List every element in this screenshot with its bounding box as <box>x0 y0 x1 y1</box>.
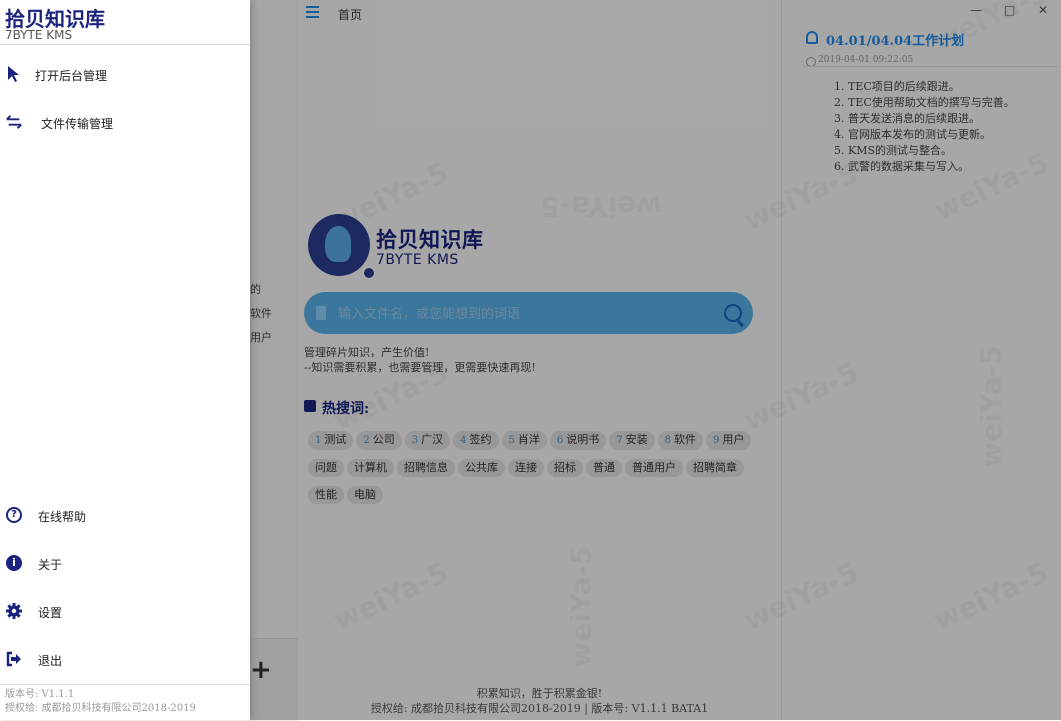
menu-item-label: 打开后台管理 <box>35 69 108 83</box>
menu-item-label: 文件传输管理 <box>41 117 114 131</box>
modal-overlay[interactable] <box>250 0 1061 720</box>
menu-item-label: 退出 <box>38 654 63 668</box>
divider <box>0 684 250 685</box>
menu-item-about[interactable]: i 关于 <box>0 543 250 583</box>
menu-item-admin[interactable]: 打开后台管理 <box>0 54 250 94</box>
menu-item-label: 关于 <box>38 558 63 572</box>
license-line: 授权给: 成都拾贝科技有限公司2018-2019 <box>5 703 196 714</box>
menu-item-label: 设置 <box>38 606 63 620</box>
logout-icon <box>6 651 21 667</box>
transfer-icon <box>6 115 22 129</box>
divider <box>0 44 250 45</box>
menu-item-label: 在线帮助 <box>38 510 87 524</box>
info-icon: i <box>6 555 22 571</box>
menu-item-settings[interactable]: 设置 <box>0 591 250 631</box>
drawer-subtitle: 7BYTE KMS <box>5 28 73 42</box>
menu-item-online-help[interactable]: ? 在线帮助 <box>0 495 250 535</box>
menu-item-logout[interactable]: 退出 <box>0 639 250 679</box>
cursor-icon <box>8 66 19 82</box>
menu-item-file-transfer[interactable]: 文件传输管理 <box>0 102 250 142</box>
gear-icon <box>6 603 22 619</box>
side-drawer: 拾贝知识库 7BYTE KMS 打开后台管理 文件传输管理 ? 在线帮助 i 关… <box>0 0 250 720</box>
help-icon: ? <box>6 507 22 523</box>
version-line: 版本号: V1.1.1 <box>5 689 75 700</box>
version-info: 版本号: V1.1.1 授权给: 成都拾贝科技有限公司2018-2019 <box>5 688 196 716</box>
